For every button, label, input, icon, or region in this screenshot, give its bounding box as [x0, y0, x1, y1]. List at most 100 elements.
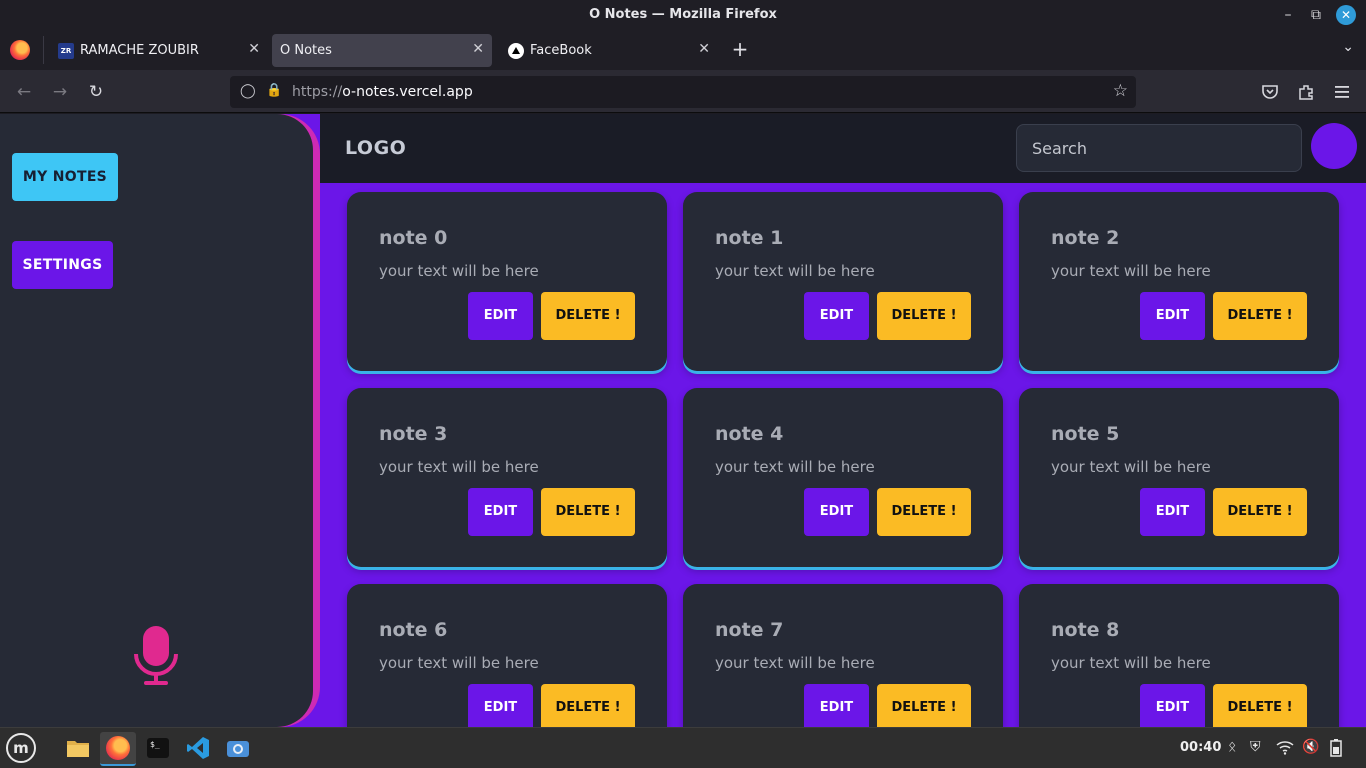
close-window-icon[interactable]: ✕: [1336, 5, 1356, 25]
folder-icon: [67, 741, 89, 757]
note-text: your text will be here: [715, 262, 875, 280]
reload-icon[interactable]: ↻: [86, 82, 106, 102]
note-text: your text will be here: [715, 458, 875, 476]
url-protocol: https://: [292, 84, 343, 100]
taskbar-terminal[interactable]: $_: [140, 732, 176, 766]
edit-button[interactable]: EDIT: [1140, 292, 1205, 340]
hamburger-menu-icon[interactable]: [1333, 84, 1351, 100]
zr-favicon-icon: ZR: [58, 43, 74, 59]
camera-icon: [227, 741, 249, 757]
url-text[interactable]: https://o-notes.vercel.app: [292, 84, 473, 100]
svg-text:$_: $_: [150, 740, 160, 749]
tab-ramache-zoubir[interactable]: ZR RAMACHE ZOUBIR ✕: [50, 34, 268, 67]
edit-button[interactable]: EDIT: [804, 684, 869, 727]
edit-button[interactable]: EDIT: [1140, 488, 1205, 536]
pocket-icon[interactable]: [1261, 83, 1279, 101]
url-bar[interactable]: ◯ 🔒 https://o-notes.vercel.app ☆: [230, 76, 1136, 108]
maximize-icon[interactable]: ⧉: [1306, 5, 1326, 25]
bluetooth-icon[interactable]: ᛟ: [1228, 739, 1236, 755]
battery-icon[interactable]: [1330, 739, 1342, 757]
app-logo: LOGO: [345, 137, 407, 159]
note-text: your text will be here: [715, 654, 875, 672]
delete-button[interactable]: DELETE !: [877, 488, 971, 536]
url-host: o-notes.vercel.app: [342, 84, 473, 100]
edit-button[interactable]: EDIT: [468, 488, 533, 536]
microphone-icon[interactable]: [134, 624, 178, 688]
tab-label: O Notes: [280, 43, 332, 58]
delete-button[interactable]: DELETE !: [877, 292, 971, 340]
delete-button[interactable]: DELETE !: [1213, 684, 1307, 727]
search-input[interactable]: [1016, 124, 1302, 172]
delete-button[interactable]: DELETE !: [541, 488, 635, 536]
note-title: note 1: [715, 227, 784, 249]
delete-button[interactable]: DELETE !: [541, 292, 635, 340]
note-title: note 7: [715, 619, 784, 641]
note-card: note 6 your text will be here EDIT DELET…: [347, 584, 667, 727]
edit-button[interactable]: EDIT: [1140, 684, 1205, 727]
lock-icon[interactable]: 🔒: [266, 83, 282, 98]
delete-button[interactable]: DELETE !: [1213, 488, 1307, 536]
sidebar: MY NOTES SETTINGS: [0, 114, 320, 727]
delete-button[interactable]: DELETE !: [1213, 292, 1307, 340]
my-notes-button[interactable]: MY NOTES: [12, 153, 118, 201]
firefox-icon[interactable]: [10, 40, 30, 60]
vercel-favicon-icon: [508, 43, 524, 59]
taskbar-vscode[interactable]: [180, 732, 216, 766]
avatar[interactable]: [1311, 123, 1357, 169]
extensions-icon[interactable]: [1297, 83, 1315, 101]
taskbar-firefox[interactable]: [100, 732, 136, 766]
edit-button[interactable]: EDIT: [804, 292, 869, 340]
firefox-icon: [106, 736, 130, 760]
delete-button[interactable]: DELETE !: [877, 684, 971, 727]
note-text: your text will be here: [379, 654, 539, 672]
note-card: note 5 your text will be here EDIT DELET…: [1019, 388, 1339, 567]
forward-icon[interactable]: →: [50, 82, 70, 102]
navigation-toolbar: ← → ↻ ◯ 🔒 https://o-notes.vercel.app ☆: [0, 70, 1366, 113]
note-card: note 2 your text will be here EDIT DELET…: [1019, 192, 1339, 371]
close-tab-icon[interactable]: ✕: [472, 41, 484, 57]
delete-button[interactable]: DELETE !: [541, 684, 635, 727]
edit-button[interactable]: EDIT: [468, 684, 533, 727]
note-title: note 8: [1051, 619, 1120, 641]
back-icon[interactable]: ←: [14, 82, 34, 102]
note-title: note 5: [1051, 423, 1120, 445]
edit-button[interactable]: EDIT: [468, 292, 533, 340]
tab-facebook[interactable]: FaceBook ✕: [500, 34, 718, 67]
volume-icon[interactable]: 🔇: [1302, 739, 1319, 755]
sidebar-panel: MY NOTES SETTINGS: [0, 114, 313, 727]
linux-mint-menu-icon[interactable]: m: [6, 733, 36, 763]
clock[interactable]: 00:40: [1180, 740, 1221, 755]
terminal-icon: $_: [147, 738, 169, 758]
tab-separator: [43, 36, 44, 64]
note-text: your text will be here: [1051, 458, 1211, 476]
tracking-shield-icon[interactable]: ◯: [240, 83, 256, 100]
window-titlebar: O Notes — Mozilla Firefox – ⧉ ✕: [0, 0, 1366, 30]
taskbar: m $_ 00:40 ᛟ ⛨ 🔇: [0, 727, 1366, 768]
note-card: note 4 your text will be here EDIT DELET…: [683, 388, 1003, 567]
note-text: your text will be here: [1051, 654, 1211, 672]
note-card: note 0 your text will be here EDIT DELET…: [347, 192, 667, 371]
note-title: note 3: [379, 423, 448, 445]
note-card: note 3 your text will be here EDIT DELET…: [347, 388, 667, 567]
note-text: your text will be here: [379, 262, 539, 280]
tab-list-chevron-icon[interactable]: ⌄: [1342, 39, 1354, 55]
app-header: LOGO: [320, 114, 1366, 183]
tab-o-notes[interactable]: O Notes ✕: [272, 34, 492, 67]
window-title: O Notes — Mozilla Firefox: [589, 7, 777, 22]
close-tab-icon[interactable]: ✕: [698, 41, 710, 57]
bookmark-star-icon[interactable]: ☆: [1113, 81, 1128, 101]
note-card: note 8 your text will be here EDIT DELET…: [1019, 584, 1339, 727]
tab-label: RAMACHE ZOUBIR: [80, 43, 199, 58]
wifi-icon[interactable]: [1276, 741, 1294, 755]
minimize-icon[interactable]: –: [1278, 5, 1298, 25]
note-card: note 7 your text will be here EDIT DELET…: [683, 584, 1003, 727]
taskbar-files[interactable]: [60, 732, 96, 766]
close-tab-icon[interactable]: ✕: [248, 41, 260, 57]
settings-button[interactable]: SETTINGS: [12, 241, 113, 289]
note-title: note 2: [1051, 227, 1120, 249]
shield-icon[interactable]: ⛨: [1250, 739, 1261, 755]
tab-label: FaceBook: [530, 43, 592, 58]
taskbar-screenshot[interactable]: [220, 732, 256, 766]
edit-button[interactable]: EDIT: [804, 488, 869, 536]
new-tab-icon[interactable]: +: [731, 38, 749, 60]
